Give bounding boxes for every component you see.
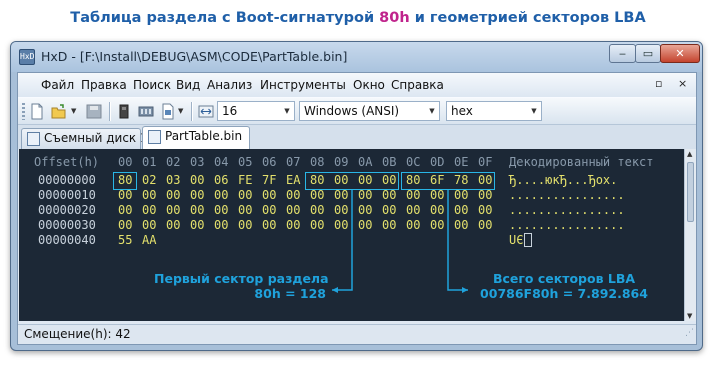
title-bar[interactable]: HxD HxD - [F:\Install\DEBUG\ASM\CODE\Par… <box>11 42 702 72</box>
scroll-down-icon[interactable]: ▼ <box>687 312 692 320</box>
menu-analysis[interactable]: Анализ <box>207 78 252 92</box>
toolbar-separator <box>191 102 192 121</box>
disk-icon <box>27 132 40 146</box>
caption-part2: и геометрией секторов LBA <box>409 10 646 26</box>
tab-removable-disk[interactable]: Съемный диск 1 <box>21 128 148 149</box>
tab-parttable-bin[interactable]: PartTable.bin <box>142 126 250 149</box>
close-button[interactable]: ✕ <box>660 44 700 63</box>
maximize-icon: ▭ <box>642 47 654 60</box>
first-sector-annotation: Первый сектор раздела 80h = 128 <box>154 271 329 301</box>
chevron-down-icon: ▼ <box>429 107 435 115</box>
caption-part1: Таблица раздела с Boot-сигнатурой <box>70 10 380 26</box>
menu-help[interactable]: Справка <box>391 78 444 92</box>
bytes-per-row-value: 16 <box>222 104 238 118</box>
scroll-thumb[interactable] <box>687 162 694 222</box>
vertical-scrollbar[interactable]: ▲ ▼ <box>684 149 696 321</box>
maximize-button[interactable]: ▭ <box>635 44 661 63</box>
charset-value: Windows (ANSI) <box>304 104 400 118</box>
menu-file[interactable]: Файл <box>41 78 74 92</box>
toolbar-separator <box>109 102 110 121</box>
hxd-app-icon[interactable]: HxD <box>19 49 35 65</box>
close-icon: ✕ <box>675 47 685 60</box>
total-sectors-value: 00786F80h = 7.892.864 <box>480 286 648 301</box>
toolbar-grip[interactable] <box>22 103 25 120</box>
page-caption: Таблица раздела с Boot-сигнатурой 80h и … <box>0 10 716 26</box>
new-file-icon[interactable] <box>29 103 45 120</box>
offset-base-value: hex <box>451 104 473 118</box>
file-icon <box>148 130 161 144</box>
offset-base-select[interactable]: hex ▼ <box>446 101 542 121</box>
scroll-up-icon[interactable]: ▲ <box>687 150 692 158</box>
first-sector-value: 80h = 128 <box>254 286 326 301</box>
resize-grip-icon[interactable]: ⋰ <box>685 324 694 342</box>
menu-window[interactable]: Окно <box>353 78 385 92</box>
hex-editor[interactable]: Offset(h) 00 01 02 03 04 05 06 07 08 09 0A 0B 0C 0D 0E… <box>19 149 684 321</box>
open-ram-icon[interactable] <box>138 103 154 120</box>
caption-highlight: 80h <box>379 10 410 26</box>
menu-edit[interactable]: Правка <box>81 78 127 92</box>
charset-select[interactable]: Windows (ANSI) ▼ <box>299 101 440 121</box>
status-bar: Смещение(h): 42 ⋰ <box>18 324 696 344</box>
menu-tools[interactable]: Инструменты <box>260 78 346 92</box>
tab-removable-disk-label: Съемный диск 1 <box>44 131 148 145</box>
export-icon[interactable] <box>160 103 176 120</box>
open-dropdown-arrow-icon[interactable]: ▼ <box>71 107 76 115</box>
status-offset: Смещение(h): 42 <box>24 327 131 341</box>
export-dropdown-arrow-icon[interactable]: ▼ <box>178 107 183 115</box>
chevron-down-icon: ▼ <box>284 107 290 115</box>
restore-icon[interactable]: ▫ <box>655 77 662 90</box>
client-area: Файл Правка Поиск Вид Анализ Инструменты… <box>17 72 697 345</box>
hxd-window: HxD HxD - [F:\Install\DEBUG\ASM\CODE\Par… <box>10 41 703 351</box>
total-sectors-annotation: Всего секторов LBA 00786F80h = 7.892.864 <box>474 271 654 301</box>
mdi-close-icon[interactable]: × <box>678 77 687 90</box>
chevron-down-icon: ▼ <box>531 107 537 115</box>
menu-search[interactable]: Поиск <box>133 78 171 92</box>
bytes-per-row-icon <box>198 103 214 120</box>
tab-strip: Съемный диск 1 PartTable.bin <box>18 125 696 149</box>
menu-view[interactable]: Вид <box>176 78 200 92</box>
tab-parttable-bin-label: PartTable.bin <box>165 129 243 143</box>
first-sector-title: Первый сектор раздела <box>154 271 329 286</box>
window-title: HxD - [F:\Install\DEBUG\ASM\CODE\PartTab… <box>41 49 348 64</box>
toolbar: ▼ ▼ 16 ▼ Windows (ANSI) ▼ hex ▼ <box>18 97 696 125</box>
minimize-button[interactable]: ‒ <box>609 44 636 63</box>
save-icon[interactable] <box>86 103 102 120</box>
open-folder-icon[interactable] <box>51 103 67 120</box>
bytes-per-row-select[interactable]: 16 ▼ <box>217 101 295 121</box>
minimize-icon: ‒ <box>619 47 626 60</box>
total-sectors-title: Всего секторов LBA <box>492 271 636 286</box>
open-disk-icon[interactable] <box>116 103 132 120</box>
menu-bar: Файл Правка Поиск Вид Анализ Инструменты… <box>18 73 696 97</box>
